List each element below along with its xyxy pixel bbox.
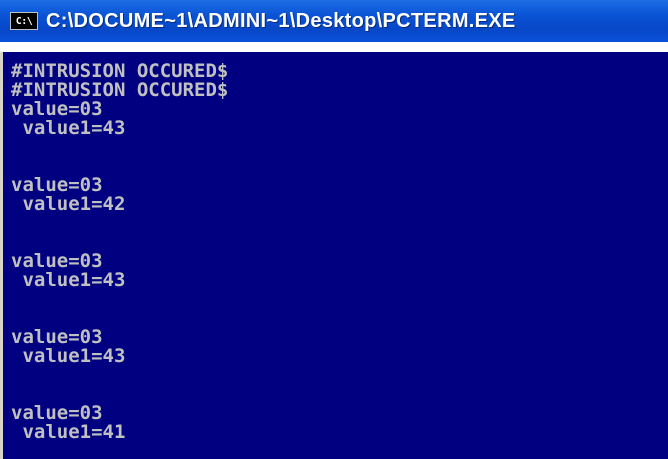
console-output: #INTRUSION OCCURED$ #INTRUSION OCCURED$ va… xyxy=(11,62,228,442)
console-line: value1=43 xyxy=(11,269,126,291)
title-bar[interactable]: C:\ C:\DOCUME~1\ADMINI~1\Desktop\PCTERM.… xyxy=(0,0,668,42)
console-line: value1=42 xyxy=(11,193,126,215)
title-separator xyxy=(0,42,668,52)
console-app-icon[interactable]: C:\ xyxy=(10,12,38,30)
window-title: C:\DOCUME~1\ADMINI~1\Desktop\PCTERM.EXE xyxy=(46,9,516,32)
console-output-area[interactable]: #INTRUSION OCCURED$ #INTRUSION OCCURED$ va… xyxy=(0,52,668,459)
console-line: value1=43 xyxy=(11,345,126,367)
console-line: value1=41 xyxy=(11,421,126,443)
console-window: C:\ C:\DOCUME~1\ADMINI~1\Desktop\PCTERM.… xyxy=(0,0,668,459)
console-line: value1=43 xyxy=(11,117,126,139)
